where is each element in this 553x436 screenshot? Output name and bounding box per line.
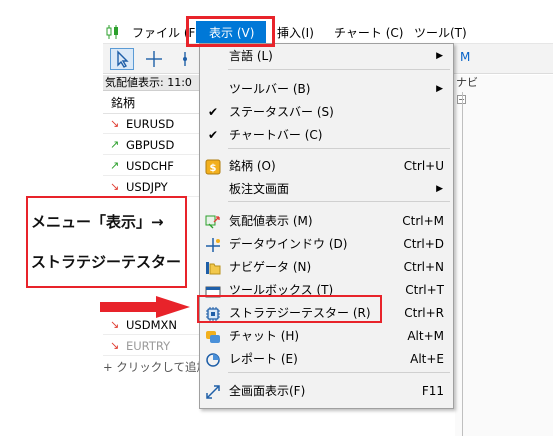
- view-menu-item-label: ツールバー (B): [229, 82, 311, 96]
- navigator-panel: [455, 75, 553, 436]
- report-icon: [205, 352, 221, 368]
- view-menu-item-label: 板注文画面: [229, 182, 290, 196]
- cursor-tool-button[interactable]: [110, 48, 134, 70]
- view-menu-item[interactable]: $ 銘柄 (O) Ctrl+U: [200, 155, 453, 178]
- view-menu-item-shortcut: Alt+E: [410, 352, 444, 366]
- menu-separator: [228, 148, 450, 149]
- symbol-name: USDCHF: [126, 159, 174, 173]
- view-menu-item-shortcut: F11: [421, 384, 444, 398]
- symbol-name: USDJPY: [126, 180, 168, 194]
- submenu-arrow-icon: ▶: [436, 84, 443, 94]
- chat-icon: [205, 329, 221, 345]
- checkmark-icon: ✔: [207, 128, 219, 142]
- view-menu-item-label: 言語 (L): [229, 49, 273, 63]
- symbol-row[interactable]: ↗ GBPUSD: [103, 135, 203, 155]
- view-menu-item-shortcut: Ctrl+U: [403, 159, 444, 173]
- symbol-row[interactable]: ↘ EURUSD: [103, 114, 203, 134]
- callout-line-1: メニュー「表示」→: [31, 213, 164, 231]
- toolbar-right-label[interactable]: M: [460, 50, 470, 64]
- crosshair-tool-button[interactable]: [142, 48, 166, 70]
- view-menu-item-label: 銘柄 (O): [229, 159, 276, 173]
- view-menu-item[interactable]: ✔ ステータスバー (S): [200, 101, 453, 124]
- line-tool-button[interactable]: [176, 48, 194, 70]
- market-watch-icon: [205, 214, 221, 230]
- menu-separator: [228, 201, 450, 202]
- submenu-arrow-icon: ▶: [436, 184, 443, 194]
- menu-chart[interactable]: チャート (C): [334, 23, 403, 43]
- view-menu-item[interactable]: ツールバー (B) ▶: [200, 78, 453, 101]
- view-menu-item[interactable]: 板注文画面 ▶: [200, 178, 453, 201]
- market-watch-header[interactable]: 銘柄: [103, 92, 203, 114]
- fullscreen-icon: [205, 384, 221, 400]
- view-menu-item-label: レポート (E): [229, 352, 298, 366]
- symbol-name: USDMXN: [126, 318, 177, 332]
- instruction-callout: [26, 196, 187, 288]
- view-menu-item-shortcut: Ctrl+N: [403, 260, 444, 274]
- view-menu-item-label: ステータスバー (S): [229, 105, 334, 119]
- cursor-icon: [117, 50, 129, 68]
- arrow-down-icon: ↘: [110, 318, 120, 331]
- submenu-arrow-icon: ▶: [436, 51, 443, 61]
- symbol-name: EURUSD: [126, 117, 175, 131]
- view-menu-item-shortcut: Ctrl+D: [403, 237, 444, 251]
- symbol-row[interactable]: ↗ USDCHF: [103, 156, 203, 176]
- arrow-down-icon: ↘: [110, 180, 120, 193]
- arrow-down-icon: ↘: [110, 339, 120, 352]
- symbol-name: EURTRY: [126, 339, 171, 353]
- view-menu-item[interactable]: ✔ チャートバー (C): [200, 124, 453, 147]
- add-symbol-row[interactable]: + クリックして追加: [103, 357, 203, 377]
- symbol-row[interactable]: ↘ USDJPY: [103, 177, 203, 197]
- view-menu-item[interactable]: チャット (H) Alt+M: [200, 325, 453, 348]
- menu-separator: [228, 69, 450, 70]
- arrow-up-icon: ↗: [110, 138, 120, 151]
- menu-separator: [228, 372, 450, 373]
- callout-line-2: ストラテジーテスター: [31, 253, 182, 271]
- svg-text:$: $: [210, 163, 217, 174]
- app-chart-icon: [106, 25, 118, 39]
- view-menu-item[interactable]: ナビゲータ (N) Ctrl+N: [200, 256, 453, 279]
- arrow-up-icon: ↗: [110, 159, 120, 172]
- symbol-row[interactable]: ↘ USDMXN: [103, 315, 203, 335]
- crosshair-tool-icon: [146, 51, 162, 67]
- view-menu-item[interactable]: レポート (E) Alt+E: [200, 348, 453, 371]
- view-menu-item[interactable]: 言語 (L) ▶: [200, 45, 453, 68]
- view-menu-item-shortcut: Alt+M: [407, 329, 444, 343]
- folder-icon: [205, 260, 221, 276]
- navigator-title: ナビ: [456, 76, 478, 89]
- view-menu-item-shortcut: Ctrl+R: [404, 306, 444, 320]
- pointer-arrow-icon: [100, 296, 190, 318]
- strategy-tester-highlight-box: [197, 295, 382, 323]
- vertical-line-icon: [183, 52, 187, 66]
- view-menu-item-shortcut: Ctrl+M: [402, 214, 444, 228]
- view-menu-item-label: データウインドウ (D): [229, 237, 348, 251]
- view-menu-item-label: チャット (H): [229, 329, 300, 343]
- crosshair-icon: [205, 237, 221, 253]
- view-menu-item-shortcut: Ctrl+T: [405, 283, 444, 297]
- view-menu-item-label: チャートバー (C): [229, 128, 323, 142]
- checkmark-icon: ✔: [207, 105, 219, 119]
- arrow-down-icon: ↘: [110, 117, 120, 130]
- menu-tools[interactable]: ツール(T): [414, 23, 467, 43]
- view-menu-item[interactable]: 全画面表示(F) F11: [200, 380, 453, 403]
- menu-insert[interactable]: 挿入(I): [277, 23, 314, 43]
- view-menu-item[interactable]: データウインドウ (D) Ctrl+D: [200, 233, 453, 256]
- tree-line: [462, 92, 463, 436]
- view-menu-highlight-box: [186, 16, 275, 47]
- market-watch-title: 気配値表示: 11:0: [103, 75, 203, 91]
- view-menu-item-label: ナビゲータ (N): [229, 260, 312, 274]
- view-menu-item-label: 全画面表示(F): [229, 384, 306, 398]
- view-menu-item-label: 気配値表示 (M): [229, 214, 313, 228]
- view-menu-item[interactable]: 気配値表示 (M) Ctrl+M: [200, 210, 453, 233]
- symbol-name: GBPUSD: [126, 138, 175, 152]
- symbol-row[interactable]: ↘ EURTRY: [103, 336, 203, 356]
- dollar-icon: $: [205, 159, 221, 175]
